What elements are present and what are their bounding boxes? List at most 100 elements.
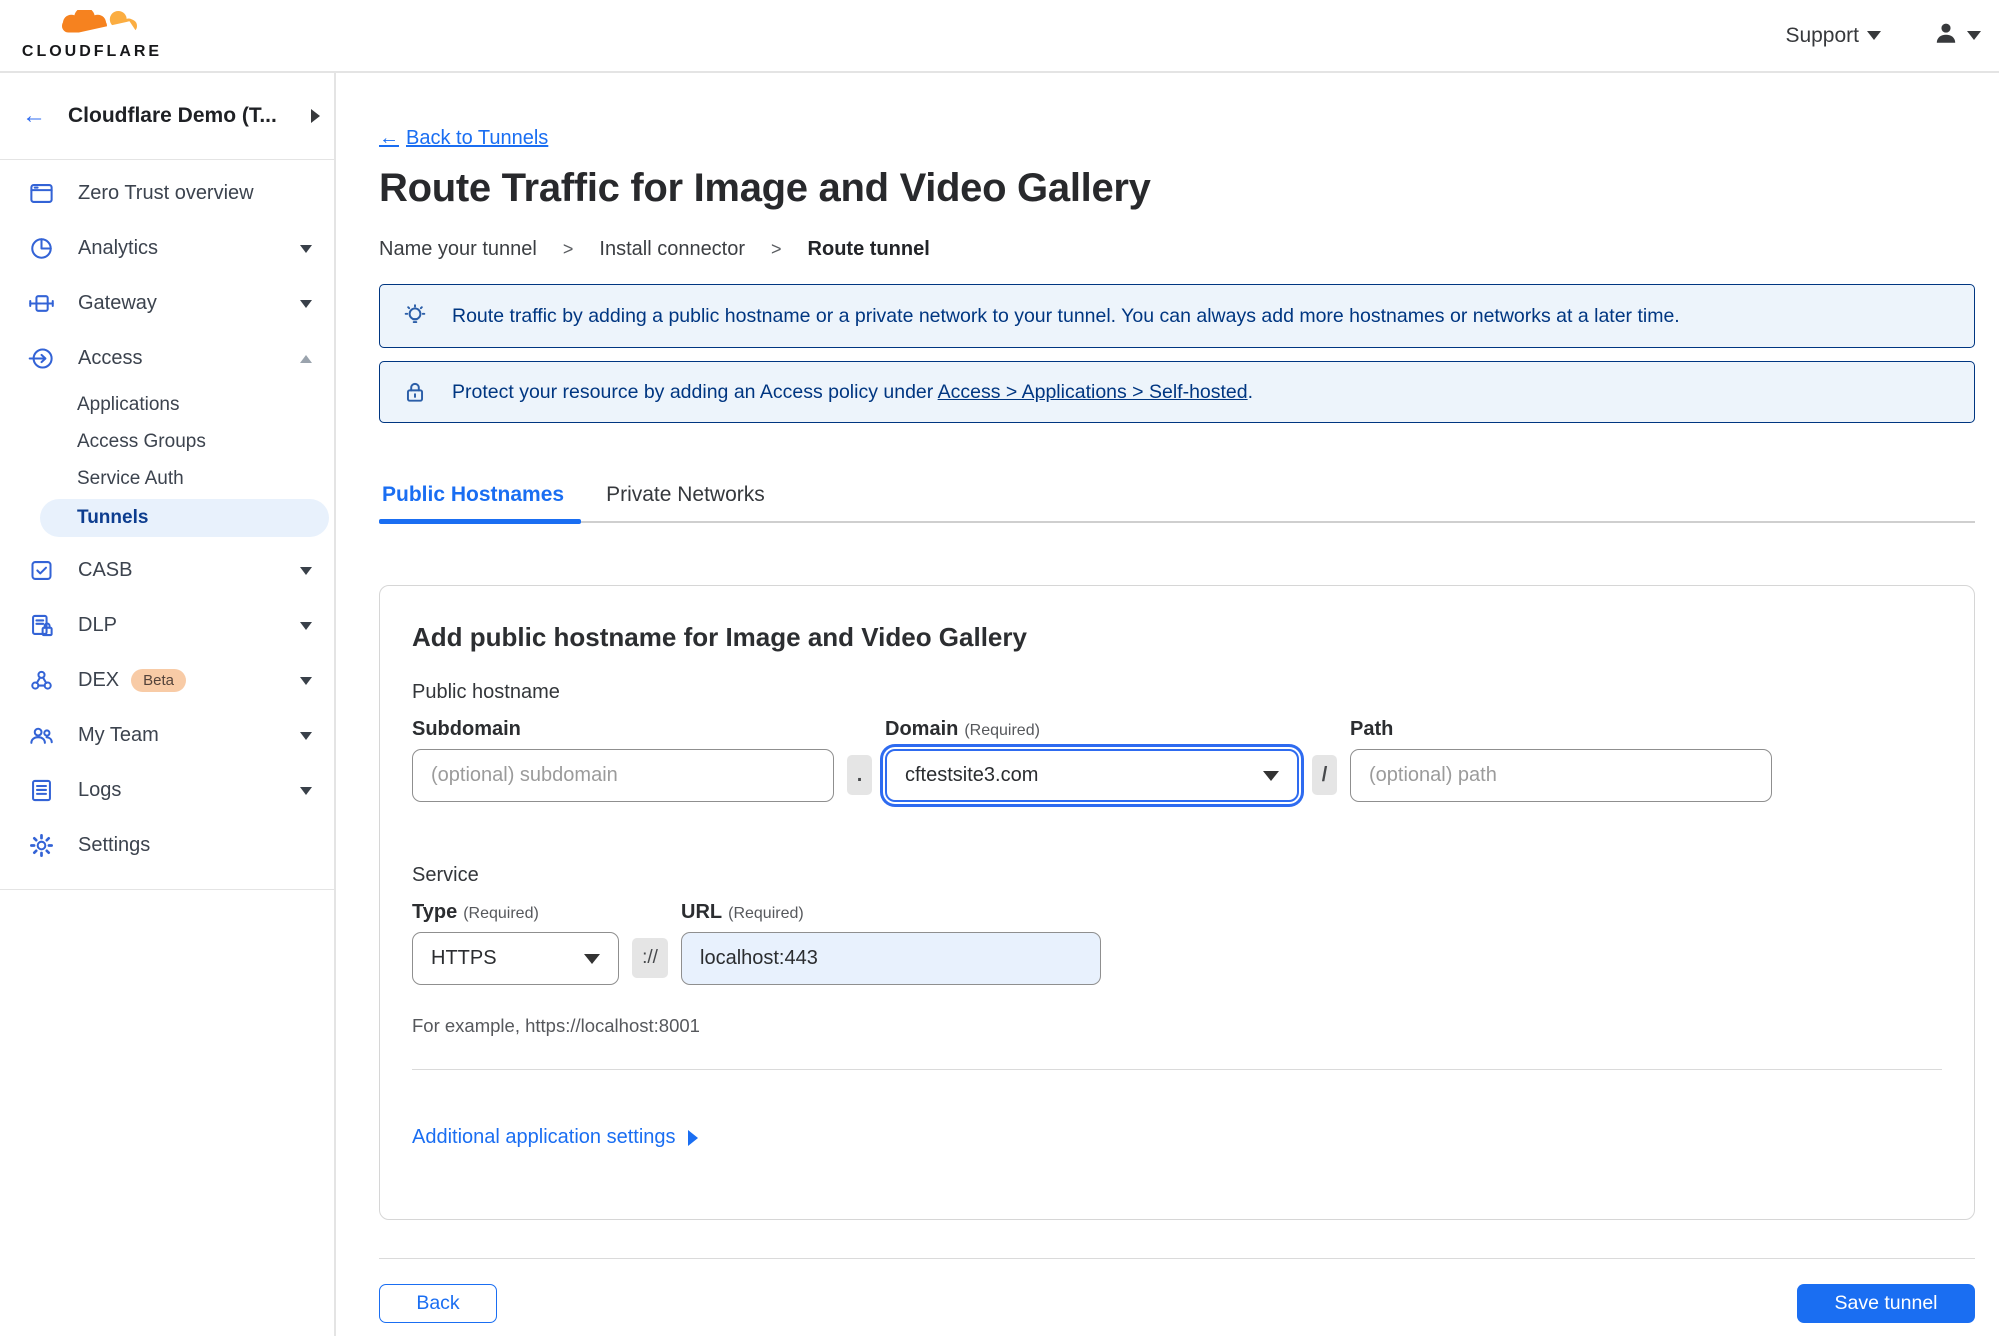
card-divider bbox=[412, 1069, 1942, 1070]
domain-label: Domain (Required) bbox=[885, 718, 1040, 740]
back-button[interactable]: Back bbox=[379, 1284, 497, 1323]
sidebar-item-gateway[interactable]: Gateway bbox=[0, 276, 334, 331]
sidebar-item-analytics[interactable]: Analytics bbox=[0, 221, 334, 276]
browser-window-icon bbox=[28, 180, 55, 207]
hostname-row: Subdomain . Domain(Required) cftestsite3… bbox=[412, 718, 1942, 802]
sidebar-item-applications[interactable]: Applications bbox=[0, 386, 334, 423]
user-avatar-icon bbox=[1933, 20, 1959, 51]
gear-icon bbox=[28, 832, 55, 859]
sidebar-item-dex[interactable]: DEX Beta bbox=[0, 653, 334, 708]
chevron-down-icon bbox=[1867, 31, 1881, 40]
sidebar-item-my-team[interactable]: My Team bbox=[0, 708, 334, 763]
subdomain-label: Subdomain bbox=[412, 718, 521, 740]
sidebar-item-access-groups[interactable]: Access Groups bbox=[0, 423, 334, 460]
account-name: Cloudflare Demo (T... bbox=[68, 104, 277, 127]
tab-public-hostnames[interactable]: Public Hostnames bbox=[379, 483, 582, 524]
user-menu[interactable] bbox=[1933, 20, 1981, 51]
lock-icon bbox=[402, 379, 428, 405]
subdomain-input[interactable] bbox=[412, 749, 834, 802]
top-bar: CLOUDFLARE Support bbox=[0, 0, 1999, 73]
footer-actions: Back Save tunnel bbox=[379, 1284, 1975, 1323]
breadcrumb-step-name-tunnel: Name your tunnel bbox=[379, 238, 537, 260]
left-arrow-icon: ← bbox=[379, 127, 399, 149]
chevron-down-icon bbox=[300, 621, 312, 630]
sidebar-item-service-auth[interactable]: Service Auth bbox=[0, 460, 334, 497]
list-document-icon bbox=[28, 777, 55, 804]
breadcrumb-step-route-tunnel: Route tunnel bbox=[807, 238, 930, 260]
network-nodes-icon bbox=[28, 667, 55, 694]
additional-settings-toggle[interactable]: Additional application settings bbox=[412, 1126, 698, 1149]
required-note: (Required) bbox=[463, 905, 539, 922]
domain-select[interactable]: cftestsite3.com bbox=[885, 749, 1299, 802]
service-url-input[interactable] bbox=[681, 932, 1101, 985]
people-icon bbox=[28, 722, 55, 749]
tip-banner-text: Route traffic by adding a public hostnam… bbox=[452, 304, 1680, 327]
wizard-breadcrumb: Name your tunnel > Install connector > R… bbox=[379, 238, 1975, 261]
sidebar-item-tunnels[interactable]: Tunnels bbox=[40, 499, 329, 537]
chevron-down-icon bbox=[584, 953, 600, 964]
save-tunnel-button[interactable]: Save tunnel bbox=[1797, 1284, 1975, 1323]
chevron-down-icon bbox=[300, 786, 312, 795]
chevron-down-icon bbox=[300, 244, 312, 253]
sidebar-divider bbox=[0, 889, 334, 890]
access-arrow-icon bbox=[28, 345, 55, 372]
main-content: ← Back to Tunnels Route Traffic for Imag… bbox=[336, 73, 1999, 1323]
sidebar-item-casb[interactable]: CASB bbox=[0, 543, 334, 598]
support-menu[interactable]: Support bbox=[1785, 24, 1881, 48]
service-row: Type (Required) HTTPS :// URL (Required) bbox=[412, 901, 1942, 985]
service-type-value: HTTPS bbox=[431, 947, 497, 969]
beta-badge: Beta bbox=[131, 669, 186, 692]
support-label: Support bbox=[1785, 23, 1859, 47]
chevron-right-icon bbox=[687, 1129, 698, 1146]
url-label: URL (Required) bbox=[681, 901, 804, 923]
required-note: (Required) bbox=[964, 722, 1040, 739]
chevron-up-icon bbox=[300, 354, 312, 363]
back-arrow-icon[interactable]: ← bbox=[22, 102, 46, 130]
account-switcher[interactable]: ← Cloudflare Demo (T... bbox=[0, 73, 334, 160]
cloudflare-cloud-icon bbox=[31, 7, 153, 45]
type-label: Type (Required) bbox=[412, 901, 539, 923]
document-lock-icon bbox=[28, 612, 55, 639]
chevron-right-icon bbox=[311, 109, 320, 123]
protect-banner: Protect your resource by adding an Acces… bbox=[379, 361, 1975, 423]
lightbulb-icon bbox=[402, 303, 428, 329]
breadcrumb-step-install-connector: Install connector bbox=[599, 238, 746, 260]
back-to-tunnels-link[interactable]: ← Back to Tunnels bbox=[379, 127, 548, 150]
service-type-select[interactable]: HTTPS bbox=[412, 932, 619, 985]
sidebar-item-zero-trust-overview[interactable]: Zero Trust overview bbox=[0, 166, 334, 221]
tip-banner: Route traffic by adding a public hostnam… bbox=[379, 284, 1975, 348]
breadcrumb-separator: > bbox=[562, 239, 574, 259]
chevron-down-icon bbox=[300, 566, 312, 575]
sidebar-nav: Zero Trust overview Analytics Gateway Ac… bbox=[0, 160, 334, 890]
tab-private-networks[interactable]: Private Networks bbox=[603, 483, 768, 521]
chevron-down-icon bbox=[300, 299, 312, 308]
pie-chart-icon bbox=[28, 235, 55, 262]
page-title: Route Traffic for Image and Video Galler… bbox=[379, 166, 1151, 210]
domain-select-value: cftestsite3.com bbox=[905, 764, 1039, 786]
public-hostname-section-label: Public hostname bbox=[412, 681, 560, 703]
dot-separator: . bbox=[847, 755, 872, 795]
hostname-tabs: Public Hostnames Private Networks bbox=[379, 483, 1975, 524]
cloudflare-logo[interactable]: CLOUDFLARE bbox=[16, 7, 168, 61]
gateway-icon bbox=[28, 290, 55, 317]
sidebar-item-logs[interactable]: Logs bbox=[0, 763, 334, 818]
sidebar-item-access[interactable]: Access bbox=[0, 331, 334, 386]
slash-separator: / bbox=[1312, 755, 1337, 795]
card-heading: Add public hostname for Image and Video … bbox=[412, 622, 1027, 652]
footer-divider bbox=[379, 1258, 1975, 1259]
chevron-down-icon bbox=[300, 676, 312, 685]
checkbox-square-icon bbox=[28, 557, 55, 584]
required-note: (Required) bbox=[728, 905, 804, 922]
chevron-down-icon bbox=[1263, 770, 1279, 781]
service-section-label: Service bbox=[412, 864, 479, 886]
url-example-text: For example, https://localhost:8001 bbox=[412, 1015, 700, 1036]
path-label: Path bbox=[1350, 718, 1394, 740]
sidebar-item-settings[interactable]: Settings bbox=[0, 818, 334, 873]
public-hostname-card: Add public hostname for Image and Video … bbox=[379, 585, 1975, 1220]
sidebar-item-dlp[interactable]: DLP bbox=[0, 598, 334, 653]
breadcrumb-separator: > bbox=[771, 239, 782, 259]
chevron-down-icon bbox=[1967, 31, 1981, 40]
path-input[interactable] bbox=[1350, 749, 1772, 802]
access-applications-self-hosted-link[interactable]: Access > Applications > Self-hosted bbox=[938, 381, 1248, 403]
sidebar: ← Cloudflare Demo (T... Zero Trust overv… bbox=[0, 73, 336, 1336]
